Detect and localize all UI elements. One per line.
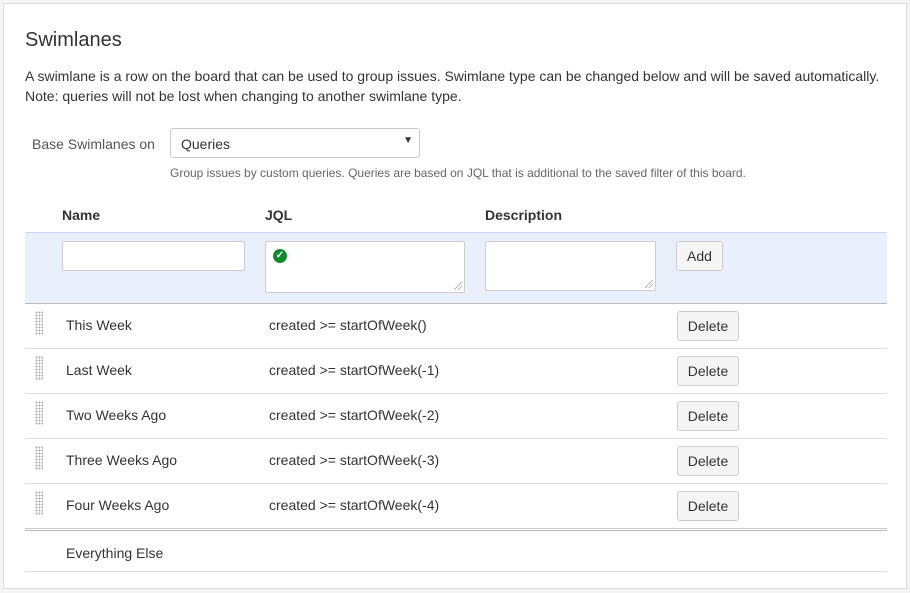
column-header-description: Description [485,207,563,223]
new-name-input[interactable] [62,241,245,271]
swimlane-jql: created >= startOfWeek(-4) [269,497,440,513]
swimlane-jql: created >= startOfWeek(-2) [269,407,440,423]
everything-else-row: Everything Else [25,530,887,572]
resize-handle-icon[interactable] [454,282,462,290]
swimlane-jql: created >= startOfWeek(-1) [269,362,440,378]
swimlane-jql: created >= startOfWeek() [269,317,427,333]
delete-button[interactable]: Delete [677,446,739,476]
drag-handle-icon[interactable] [35,356,43,380]
swimlane-name: Last Week [66,362,132,378]
drag-handle-icon[interactable] [35,311,43,335]
base-swimlanes-label: Base Swimlanes on [32,136,155,152]
table-row: This Week created >= startOfWeek() Delet… [25,304,887,349]
add-button[interactable]: Add [676,241,723,271]
table-row: Four Weeks Ago created >= startOfWeek(-4… [25,484,887,529]
caret-down-icon: ▼ [403,135,413,146]
resize-handle-icon[interactable] [645,280,653,288]
swimlanes-panel: Swimlanes A swimlane is a row on the boa… [3,3,907,589]
section-description: A swimlane is a row on the board that ca… [25,66,895,106]
base-swimlanes-select[interactable]: Queries ▼ [170,128,420,158]
check-circle-icon: ✓ [273,249,287,263]
select-value: Queries [181,136,231,152]
swimlane-name: Two Weeks Ago [66,407,167,423]
new-jql-input[interactable]: ✓ [265,241,465,293]
description-line-2: Note: queries will not be lost when chan… [25,88,462,104]
swimlane-name: This Week [66,317,132,333]
delete-button[interactable]: Delete [677,491,739,521]
delete-button[interactable]: Delete [677,356,739,386]
delete-button[interactable]: Delete [677,311,739,341]
swimlane-jql: created >= startOfWeek(-3) [269,452,440,468]
everything-else-label: Everything Else [66,545,164,561]
swimlane-name: Three Weeks Ago [66,452,178,468]
new-description-input[interactable] [485,241,656,291]
column-header-name: Name [62,207,101,223]
table-row: Two Weeks Ago created >= startOfWeek(-2)… [25,394,887,439]
page-title: Swimlanes [25,29,122,51]
table-row: Last Week created >= startOfWeek(-1) Del… [25,349,887,394]
swimlane-type-helper: Group issues by custom queries. Queries … [170,166,746,180]
column-header-jql: JQL [265,207,293,223]
drag-handle-icon[interactable] [35,446,43,470]
swimlane-name: Four Weeks Ago [66,497,170,513]
drag-handle-icon[interactable] [35,491,43,515]
delete-button[interactable]: Delete [677,401,739,431]
new-swimlane-row: ✓ Add [25,232,887,304]
drag-handle-icon[interactable] [35,401,43,425]
table-row: Three Weeks Ago created >= startOfWeek(-… [25,439,887,484]
description-line-1: A swimlane is a row on the board that ca… [25,68,880,84]
